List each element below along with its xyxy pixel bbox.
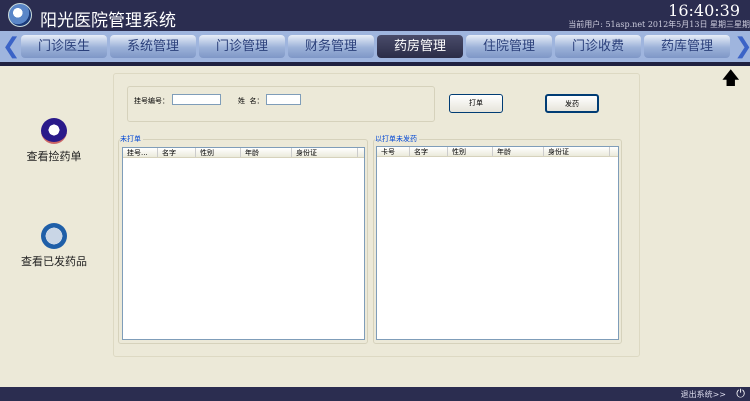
reg-number-input[interactable]	[172, 94, 221, 105]
sidebar-item-view-dispensed[interactable]: 查看已发药品	[0, 223, 108, 269]
column-header[interactable]: 年龄	[241, 148, 292, 157]
scroll-right-icon[interactable]: ❯	[734, 34, 750, 59]
logo-icon	[8, 3, 32, 27]
column-header[interactable]: 名字	[410, 147, 448, 156]
unprinted-title: 未打单	[120, 134, 143, 144]
tab-inpatient[interactable]: 住院管理	[466, 35, 552, 58]
column-header[interactable]: 名字	[158, 148, 196, 157]
tab-bar: ❮ 门诊医生 系统管理 门诊管理 财务管理 药房管理 住院管理 门诊收费 药库管…	[0, 31, 750, 62]
name-input[interactable]	[266, 94, 301, 105]
power-icon[interactable]: ⏻	[736, 387, 745, 401]
name-label: 姓 名：	[238, 97, 264, 105]
dispensed-drugs-icon	[41, 223, 67, 249]
column-header[interactable]: 身份证	[292, 148, 358, 157]
tab-outpatient-mgmt[interactable]: 门诊管理	[199, 35, 285, 58]
collapse-up-icon[interactable]: 🡅	[721, 66, 740, 96]
tab-finance[interactable]: 财务管理	[288, 35, 374, 58]
column-header[interactable]: 挂号...	[123, 148, 158, 157]
tab-drug-store[interactable]: 药库管理	[644, 35, 730, 58]
column-header[interactable]: 性别	[448, 147, 493, 156]
list-header: 挂号... 名字 性别 年龄 身份证	[123, 148, 364, 158]
app-title: 阳光医院管理系统	[40, 11, 176, 31]
footer: 退出系统>> ⏻	[0, 387, 750, 401]
print-button[interactable]: 打单	[449, 94, 503, 113]
tab-outpatient-doctor[interactable]: 门诊医生	[21, 35, 107, 58]
column-header[interactable]: 性别	[196, 148, 241, 157]
tab-system[interactable]: 系统管理	[110, 35, 196, 58]
prescription-list-icon	[41, 118, 67, 144]
list-header: 卡号 名字 性别 年龄 身份证	[377, 147, 618, 157]
printed-list[interactable]: 卡号 名字 性别 年龄 身份证	[376, 146, 619, 340]
column-header[interactable]: 卡号	[377, 147, 410, 156]
scroll-left-icon[interactable]: ❮	[2, 34, 20, 59]
column-header[interactable]: 身份证	[544, 147, 610, 156]
clock: 16:40:39	[668, 1, 740, 20]
sidebar-item-view-pick-list[interactable]: 查看捡药单	[0, 118, 108, 164]
reg-number-label: 挂号编号：	[134, 97, 169, 105]
exit-link[interactable]: 退出系统>>	[681, 389, 726, 400]
tab-pharmacy[interactable]: 药房管理	[377, 35, 463, 58]
header: 阳光医院管理系统 16:40:39 当前用户: 51asp.net 2012年5…	[0, 0, 750, 31]
tab-outpatient-billing[interactable]: 门诊收费	[555, 35, 641, 58]
sidebar-item-label: 查看已发药品	[21, 255, 87, 268]
search-group: 挂号编号： 姓 名：	[127, 86, 435, 122]
dispense-button[interactable]: 发药	[545, 94, 599, 113]
divider	[0, 62, 750, 66]
user-info: 当前用户: 51asp.net 2012年5月13日 星期三星期	[568, 20, 750, 29]
column-header[interactable]: 年龄	[493, 147, 544, 156]
sidebar-item-label: 查看捡药单	[26, 150, 82, 163]
unprinted-list[interactable]: 挂号... 名字 性别 年龄 身份证	[122, 147, 365, 340]
printed-title: 以打单未发药	[375, 134, 419, 144]
